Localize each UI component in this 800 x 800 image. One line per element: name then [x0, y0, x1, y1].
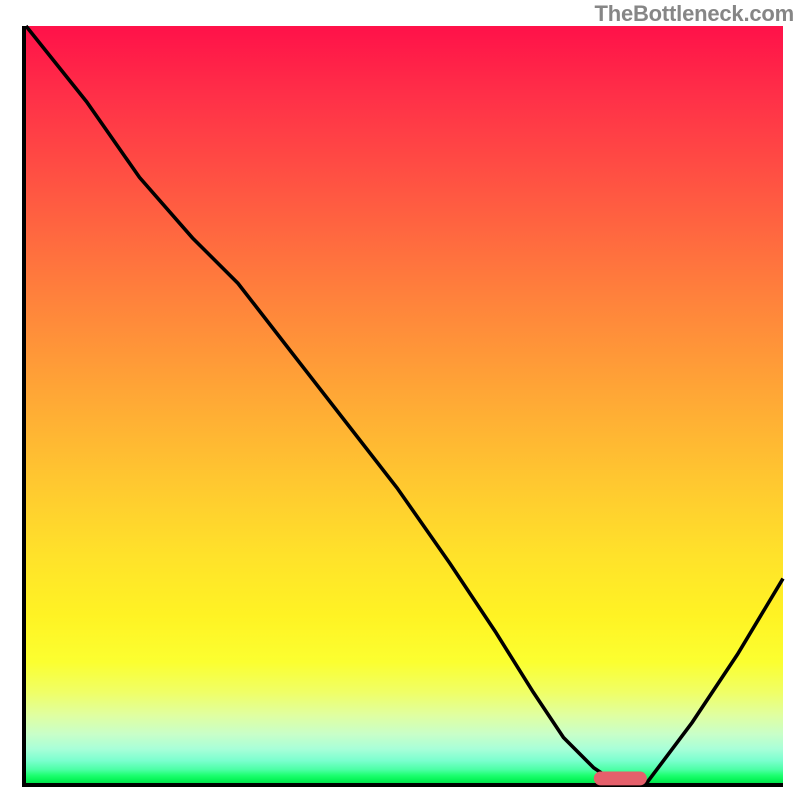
- bottleneck-curve: [26, 26, 783, 783]
- plot-area: [22, 26, 783, 787]
- bottleneck-chart-figure: TheBottleneck.com: [0, 0, 800, 800]
- attribution-watermark: TheBottleneck.com: [594, 1, 794, 27]
- chart-svg: [26, 26, 783, 783]
- optimal-marker: [594, 771, 647, 785]
